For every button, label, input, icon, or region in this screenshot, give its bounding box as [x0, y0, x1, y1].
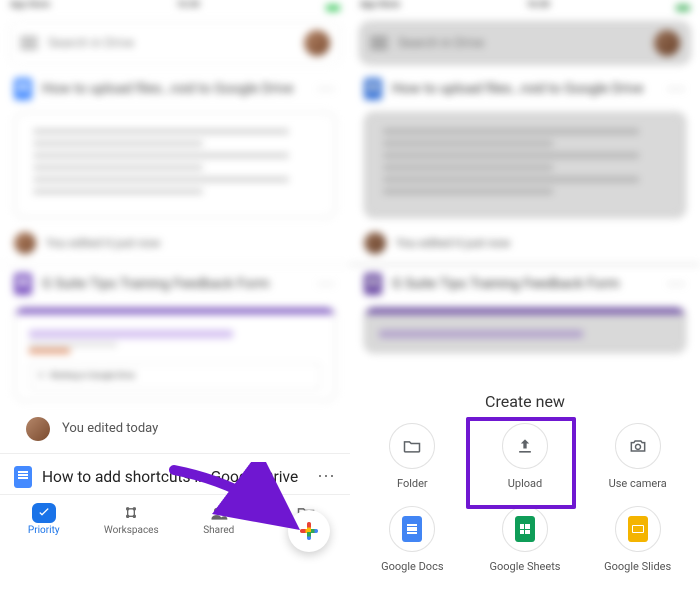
- create-label: Upload: [508, 477, 542, 490]
- nav-label: Priority: [28, 525, 60, 536]
- create-google-slides[interactable]: Google Slides: [581, 496, 694, 579]
- create-label: Folder: [397, 477, 428, 490]
- form-preview-card[interactable]: Working in Google Drive: [14, 307, 336, 401]
- create-label: Google Slides: [604, 560, 671, 573]
- google-docs-icon: [14, 466, 32, 488]
- google-sheets-icon: [515, 516, 535, 542]
- activity-row: You edited today: [0, 407, 350, 453]
- plus-multicolor-icon: [300, 522, 318, 540]
- screenshot-left-before: App Store 16:30 Search in Drive How to u…: [0, 0, 350, 614]
- create-upload[interactable]: Upload: [469, 413, 582, 496]
- battery-icon: [326, 5, 340, 11]
- check-icon: [36, 505, 52, 521]
- create-new-sheet: Create new Folder Upload Use camera Goog…: [350, 378, 700, 614]
- doc-preview-card[interactable]: [14, 112, 336, 218]
- nav-shared[interactable]: Shared: [175, 495, 263, 544]
- more-icon[interactable]: ⋯: [317, 79, 336, 100]
- google-forms-icon: [14, 273, 32, 295]
- search-bar-dimmed: Search in Drive: [360, 22, 690, 64]
- menu-icon[interactable]: [20, 37, 38, 49]
- create-label: Google Docs: [381, 560, 443, 573]
- create-use-camera[interactable]: Use camera: [581, 413, 694, 496]
- form-heading: [29, 330, 233, 338]
- create-google-docs[interactable]: Google Docs: [356, 496, 469, 579]
- avatar: [14, 232, 36, 254]
- file-row-doc1[interactable]: How to upload files…roid to Google Drive…: [0, 70, 350, 108]
- create-title: Create new: [350, 378, 700, 413]
- create-google-sheets[interactable]: Google Sheets: [469, 496, 582, 579]
- more-icon[interactable]: ⋯: [317, 274, 336, 295]
- nav-label: Workspaces: [104, 525, 159, 536]
- google-slides-icon: [628, 516, 648, 542]
- nav-priority[interactable]: Priority: [0, 495, 88, 544]
- create-folder[interactable]: Folder: [356, 413, 469, 496]
- create-label: Use camera: [609, 477, 667, 490]
- radio-icon: [38, 372, 44, 378]
- battery-icon: [676, 5, 690, 11]
- nav-workspaces[interactable]: Workspaces: [88, 495, 176, 544]
- dimmed-background: App Store 16:30 Search in Drive How to u…: [350, 0, 700, 378]
- camera-icon: [628, 436, 648, 456]
- google-docs-icon: [402, 516, 422, 542]
- file-title: G Suite Tips Training Feedback Form: [42, 276, 317, 292]
- file-title: How to upload files…roid to Google Drive: [42, 81, 317, 97]
- file-row-doc2[interactable]: How to add shortcuts in Google Drive ⋯: [0, 454, 350, 494]
- avatar[interactable]: [304, 30, 330, 56]
- activity-label: You edited it just now: [46, 236, 160, 250]
- activity-row-blurred: You edited it just now: [0, 226, 350, 264]
- workspaces-icon: [121, 503, 141, 523]
- file-row-form[interactable]: G Suite Tips Training Feedback Form ⋯: [0, 265, 350, 303]
- more-icon[interactable]: ⋯: [317, 466, 336, 487]
- statusbar-left: App Store: [10, 0, 50, 16]
- search-bar[interactable]: Search in Drive: [10, 22, 340, 64]
- activity-label: You edited today: [62, 421, 158, 436]
- create-label: Google Sheets: [490, 560, 561, 573]
- google-docs-icon: [14, 78, 32, 100]
- fab-new-button[interactable]: [288, 510, 330, 552]
- nav-label: Shared: [203, 525, 234, 536]
- avatar: [26, 417, 50, 441]
- screenshot-right-after: App Store 16:30 Search in Drive How to u…: [350, 0, 700, 614]
- form-option-text: Working in Google Drive: [50, 371, 135, 380]
- folder-icon: [402, 436, 422, 456]
- upload-icon: [515, 436, 535, 456]
- file-title: How to add shortcuts in Google Drive: [42, 468, 317, 486]
- people-icon: [209, 503, 229, 523]
- status-bar: App Store 16:30: [0, 0, 350, 16]
- statusbar-time: 16:30: [176, 0, 199, 16]
- search-placeholder: Search in Drive: [48, 36, 294, 51]
- blurred-upper-content: App Store 16:30 Search in Drive How to u…: [0, 0, 350, 401]
